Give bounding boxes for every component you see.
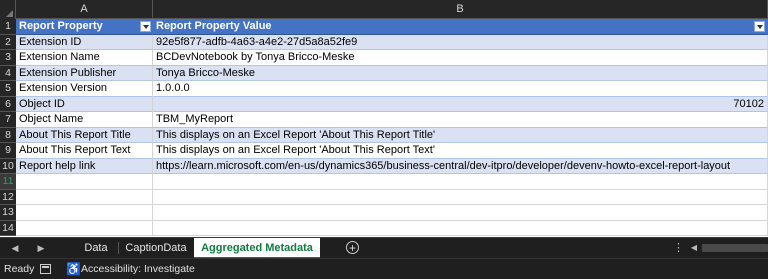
row-number[interactable]: 10 — [0, 158, 16, 174]
cell-value[interactable]: Tonya Bricco-Meske — [153, 65, 768, 81]
accessibility-icon[interactable]: ♿ — [66, 262, 81, 276]
filter-dropdown-icon[interactable] — [754, 21, 765, 32]
cell-value[interactable] — [153, 205, 768, 221]
table-row: 6 Object ID 70102 — [0, 96, 768, 112]
cell-property[interactable]: Report help link — [16, 158, 153, 174]
row-number[interactable]: 6 — [0, 96, 16, 112]
cell-property[interactable] — [16, 205, 153, 221]
cell-value[interactable]: 70102 — [153, 96, 768, 112]
cell-value[interactable]: This displays on an Excel Report 'About … — [153, 143, 768, 159]
cell-property[interactable]: Object ID — [16, 96, 153, 112]
cell-property[interactable]: Extension Name — [16, 50, 153, 66]
cell-value[interactable] — [153, 174, 768, 190]
horizontal-scrollbar[interactable]: ◀ — [688, 242, 768, 254]
cell-property[interactable]: Object Name — [16, 112, 153, 128]
cell-value[interactable]: This displays on an Excel Report 'About … — [153, 127, 768, 143]
cell-property[interactable]: About This Report Text — [16, 143, 153, 159]
select-all-corner[interactable] — [0, 0, 16, 19]
sheet-tab-captiondata[interactable]: CaptionData — [122, 238, 190, 258]
row-number[interactable]: 12 — [0, 189, 16, 205]
table-row: 12 — [0, 189, 768, 205]
row-number[interactable]: 5 — [0, 81, 16, 97]
table-row: 8 About This Report Title This displays on… — [0, 127, 768, 143]
column-header-a[interactable]: A — [16, 0, 153, 19]
row-number[interactable]: 8 — [0, 127, 16, 143]
status-bar: Ready ♿ Accessibility: Investigate — [0, 258, 768, 279]
tab-divider — [118, 242, 119, 254]
sheet-tab-aggregated-metadata[interactable]: Aggregated Metadata — [194, 238, 320, 259]
row-number[interactable]: 11 — [0, 174, 16, 190]
row-number[interactable]: 3 — [0, 50, 16, 66]
accessibility-status[interactable]: Accessibility: Investigate — [81, 263, 195, 275]
cell-value[interactable]: BCDevNotebook by Tonya Bricco-Meske — [153, 50, 768, 66]
header-cell-value[interactable]: Report Property Value — [153, 19, 768, 35]
table-row: 5 Extension Version 1.0.0.0 — [0, 81, 768, 97]
cell-value[interactable] — [153, 220, 768, 236]
triangle-left-icon[interactable]: ◀ — [8, 241, 22, 255]
cell-property[interactable]: Extension ID — [16, 34, 153, 50]
cell-property[interactable]: About This Report Title — [16, 127, 153, 143]
cell-property[interactable]: Extension Version — [16, 81, 153, 97]
table-header-row: 1 Report Property Report Property Value — [0, 19, 768, 35]
spreadsheet-grid[interactable]: 1 Report Property Report Property Value 2 Ex… — [0, 19, 768, 237]
row-number[interactable]: 7 — [0, 112, 16, 128]
table-row: 4 Extension Publisher Tonya Bricco-Meske — [0, 65, 768, 81]
cell-property[interactable] — [16, 174, 153, 190]
triangle-right-icon[interactable]: ▶ — [34, 241, 48, 255]
cell-value[interactable]: https://learn.microsoft.com/en-us/dynami… — [153, 158, 768, 174]
row-number[interactable]: 9 — [0, 143, 16, 159]
table-row: 3 Extension Name BCDevNotebook by Tonya Br… — [0, 50, 768, 66]
cell-value[interactable]: TBM_MyReport — [153, 112, 768, 128]
scroll-left-icon[interactable]: ◀ — [688, 242, 700, 254]
header-cell-property[interactable]: Report Property — [16, 19, 153, 35]
cell-value[interactable]: 1.0.0.0 — [153, 81, 768, 97]
status-ready: Ready — [4, 263, 35, 275]
table-row: 10 Report help link https://learn.microsof… — [0, 158, 768, 174]
cell-property[interactable] — [16, 189, 153, 205]
column-header-bar: A B — [0, 0, 768, 19]
table-row: 13 — [0, 205, 768, 221]
cell-property[interactable]: Extension Publisher — [16, 65, 153, 81]
row-number[interactable]: 14 — [0, 220, 16, 236]
table-row: 14 — [0, 220, 768, 236]
plus-circle-icon[interactable]: + — [346, 241, 359, 254]
scrollbar-track[interactable] — [702, 244, 768, 252]
table-row: 9 About This Report Text This displays on … — [0, 143, 768, 159]
cell-value[interactable]: 92e5f877-adfb-4a63-a4e2-27d5a8a52fe9 — [153, 34, 768, 50]
column-header-b[interactable]: B — [153, 0, 768, 19]
row-number[interactable]: 13 — [0, 205, 16, 221]
table-row: 2 Extension ID 92e5f877-adfb-4a63-a4e2-27d… — [0, 34, 768, 50]
cell-property[interactable] — [16, 220, 153, 236]
sheet-tab-bar: ◀ ▶ Data CaptionData Aggregated Metadata… — [0, 237, 768, 259]
sheet-tab-data[interactable]: Data — [80, 238, 112, 258]
filter-dropdown-icon[interactable] — [140, 21, 151, 32]
row-number[interactable]: 2 — [0, 34, 16, 50]
row-number[interactable]: 4 — [0, 65, 16, 81]
more-options-icon[interactable]: ⋮ — [673, 241, 684, 255]
table-row: 11 — [0, 174, 768, 190]
table-row: 7 Object Name TBM_MyReport — [0, 112, 768, 128]
cell-value[interactable] — [153, 189, 768, 205]
row-number[interactable]: 1 — [0, 19, 16, 35]
macro-recorder-icon[interactable] — [40, 264, 51, 274]
